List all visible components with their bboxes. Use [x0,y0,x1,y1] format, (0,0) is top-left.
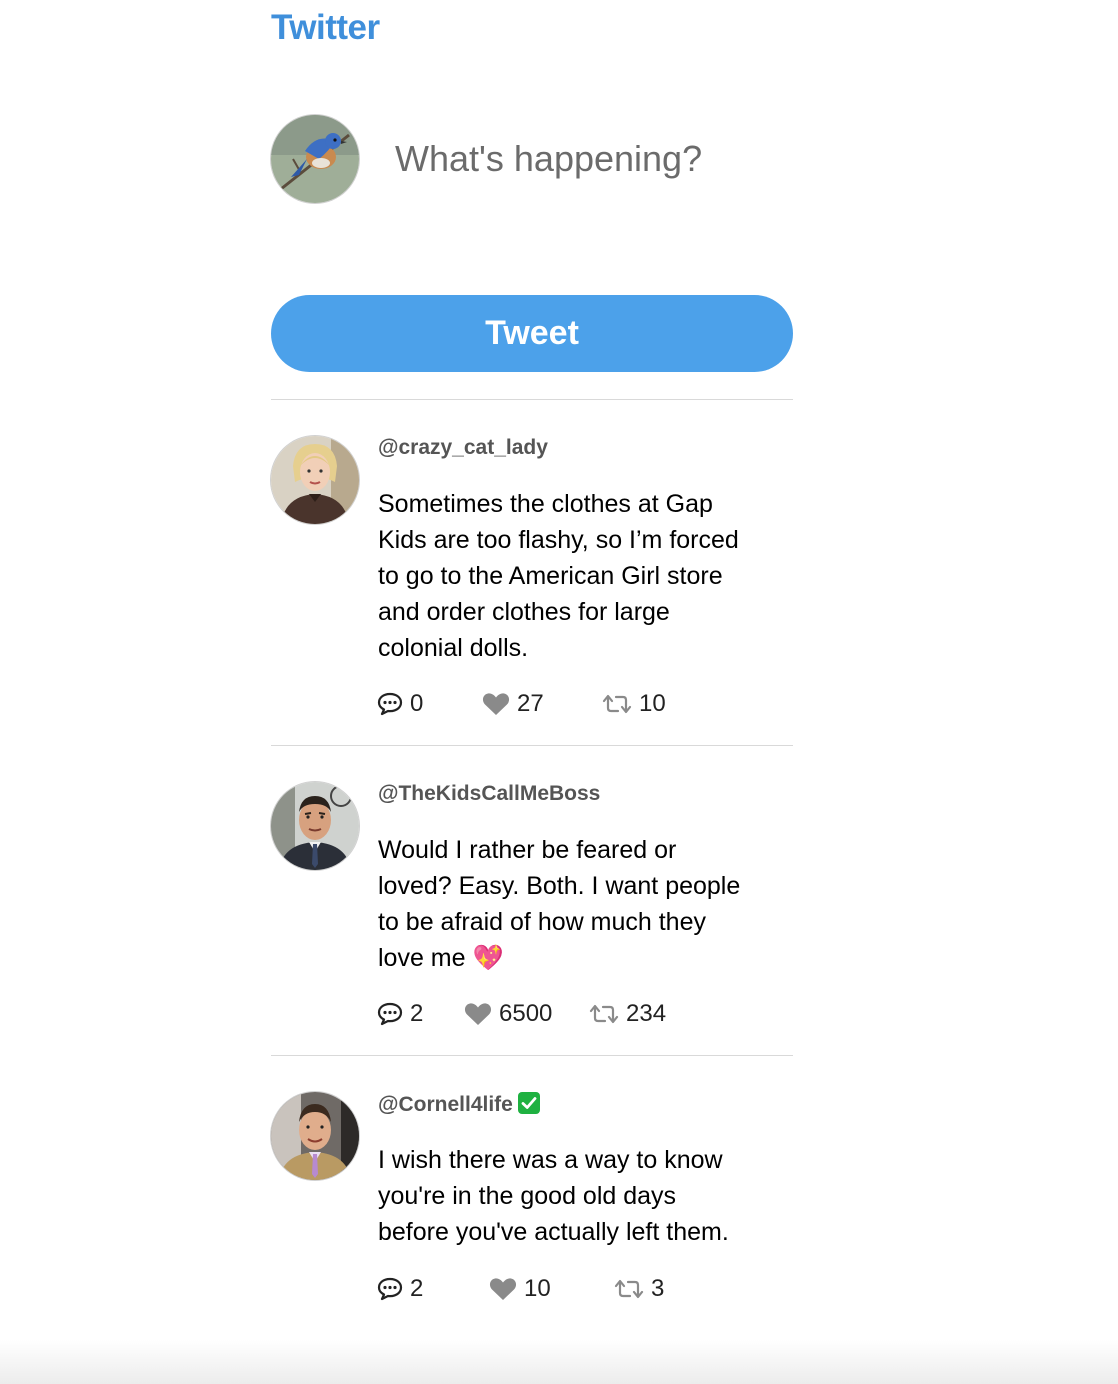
tweet-text: Sometimes the clothes at Gap Kids are to… [378,490,739,662]
tweet-text: Would I rather be feared or loved? Easy.… [378,836,741,972]
retweet-count: 3 [651,1275,665,1302]
retweet-icon [613,1278,645,1300]
divider [271,745,793,746]
retweet-button[interactable]: 234 [588,999,666,1029]
handle-text[interactable]: @crazy_cat_lady [378,436,548,459]
tweet-button[interactable]: Tweet [271,295,793,372]
like-count: 27 [517,690,544,717]
tweet-text: I wish there was a way to know you're in… [378,1146,729,1246]
tweet-item: @Cornell4life I wish there was a way to … [271,1092,793,1322]
tweet-handle[interactable]: @TheKidsCallMeBoss [378,782,600,806]
tweet-item: @TheKidsCallMeBoss Would I rather be fea… [271,782,793,1032]
reply-count: 0 [410,690,424,717]
retweet-icon [588,1003,620,1025]
reply-button[interactable]: 2 [376,1274,423,1304]
divider [271,399,793,400]
retweet-icon [601,693,633,715]
handle-text[interactable]: @TheKidsCallMeBoss [378,782,600,805]
tweet-handle[interactable]: @crazy_cat_lady [378,436,548,460]
app-title[interactable]: Twitter [271,8,380,48]
page-bottom-shade [0,1340,1118,1384]
twitter-page: Twitter Tweet [0,0,1118,1384]
comment-icon [376,1001,404,1027]
verified-check-icon [517,1092,540,1114]
reply-button[interactable]: 2 [376,999,423,1029]
user-avatar[interactable] [271,782,359,870]
compose-input[interactable] [381,133,795,185]
tweet-actions: 2 6500 234 [376,999,676,1029]
retweet-button[interactable]: 3 [613,1274,664,1304]
tweet-handle[interactable]: @Cornell4life [378,1092,540,1117]
tweet-item: @crazy_cat_lady Sometimes the clothes at… [271,436,793,726]
user-avatar[interactable] [271,436,359,524]
like-button[interactable]: 27 [481,689,544,719]
heart-icon [488,1276,518,1302]
retweet-count: 10 [639,690,666,717]
divider [271,1055,793,1056]
comment-icon [376,691,404,717]
like-count: 6500 [499,1000,553,1027]
bluebird-avatar-icon[interactable] [271,115,359,203]
user-avatar[interactable] [271,1092,359,1180]
reply-count: 2 [410,1000,424,1027]
heart-icon [481,691,511,717]
handle-text[interactable]: @Cornell4life [378,1093,513,1116]
retweet-button[interactable]: 10 [601,689,666,719]
reply-button[interactable]: 0 [376,689,423,719]
like-button[interactable]: 10 [488,1274,551,1304]
heart-icon [463,1001,493,1027]
compose-box [271,115,795,203]
reply-count: 2 [410,1275,424,1302]
tweet-actions: 0 27 10 [376,689,676,719]
comment-icon [376,1276,404,1302]
tweet-actions: 2 10 3 [376,1274,676,1304]
like-count: 10 [524,1275,551,1302]
retweet-count: 234 [626,1000,667,1027]
like-button[interactable]: 6500 [463,999,552,1029]
